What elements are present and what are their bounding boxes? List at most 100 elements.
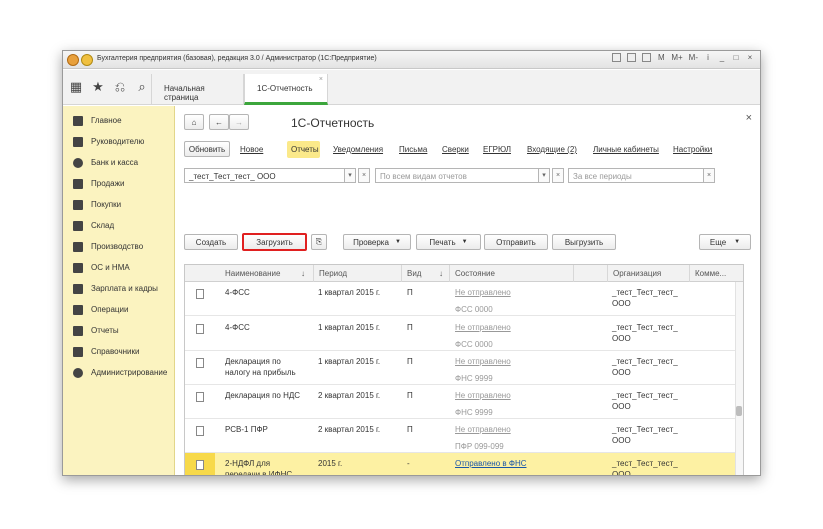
row-recipient: ФНС 9999 [455, 374, 493, 383]
menu-icon [73, 115, 83, 126]
document-icon [196, 460, 204, 470]
memory-minus-button[interactable]: M- [689, 53, 698, 62]
col-status[interactable]: Состояние [449, 265, 573, 282]
kind-clear-icon[interactable]: × [552, 168, 564, 183]
more-dropdown-icon: ▼ [734, 239, 741, 245]
attach-file-button[interactable]: ⎘ [311, 234, 327, 250]
row-org-2: ООО [612, 299, 631, 308]
sidebar-item-1[interactable]: Руководителю [63, 131, 174, 152]
table-row[interactable]: РСВ-1 ПФР 2 квартал 2015 г. П Не отправлено… [185, 419, 735, 453]
title-bar: Бухгалтерия предприятия (базовая), редак… [63, 51, 760, 69]
row-status[interactable]: Не отправлено [455, 391, 511, 401]
coin-icon [73, 157, 83, 168]
star-icon[interactable] [642, 53, 652, 62]
back-button[interactable]: ← [209, 114, 229, 130]
nav-reconciliations[interactable]: Сверки [442, 145, 469, 154]
period-field[interactable]: За все периоды [568, 168, 715, 183]
more-button[interactable]: Еще ▼ [699, 234, 751, 250]
send-button[interactable]: Отправить [484, 234, 548, 250]
sidebar-item-label: Продажи [91, 179, 125, 188]
info-button[interactable]: i [704, 53, 712, 62]
check-button[interactable]: Проверка ▼ [343, 234, 411, 250]
table-row[interactable]: 4-ФСС 1 квартал 2015 г. П Не отправлено ФСС … [185, 317, 735, 351]
row-status[interactable]: Не отправлено [455, 357, 511, 367]
tab-home-label: Начальная страница [164, 84, 205, 102]
tab-1c-reporting[interactable]: 1С-Отчетность × [244, 74, 328, 105]
history-icon[interactable] [627, 53, 637, 62]
sidebar-item-6[interactable]: Производство [63, 236, 174, 257]
refresh-button[interactable]: Обновить [184, 141, 230, 157]
org-clear-icon[interactable]: × [358, 168, 370, 183]
grid-icon[interactable] [612, 53, 622, 62]
minimize-button[interactable]: _ [718, 53, 726, 62]
row-status[interactable]: Не отправлено [455, 323, 511, 333]
sort-down-icon-2: ↓ [439, 269, 443, 278]
nav-cabinets[interactable]: Личные кабинеты [593, 145, 659, 154]
nav-notifications[interactable]: Уведомления [333, 145, 383, 154]
new-link[interactable]: Новое [240, 145, 263, 154]
create-button[interactable]: Создать [184, 234, 238, 250]
sidebar-item-11[interactable]: Справочники [63, 341, 174, 362]
row-org-2: ООО [612, 402, 631, 411]
col-name[interactable]: Наименование ↓ [185, 265, 313, 282]
organization-field[interactable]: _тест_Тест_тест_ ООО [184, 168, 356, 183]
table-row[interactable]: Декларация по НДС 2 квартал 2015 г. П Не от… [185, 385, 735, 419]
forward-button[interactable]: → [229, 114, 249, 130]
search-icon[interactable]: ⌕ [133, 78, 151, 96]
nav-incoming[interactable]: Входящие (2) [527, 145, 577, 154]
scrollbar-thumb[interactable] [736, 406, 742, 416]
sort-down-icon: ↓ [301, 269, 305, 278]
nav-settings[interactable]: Настройки [673, 145, 712, 154]
sidebar-item-3[interactable]: Продажи [63, 173, 174, 194]
apps-grid-icon[interactable]: ▦ [67, 78, 85, 96]
sidebar-item-7[interactable]: ОС и НМА [63, 257, 174, 278]
table-row[interactable]: 2-НДФЛ для передачи в ИФНС 2015 г. - Отправл… [185, 453, 735, 475]
sidebar-item-12[interactable]: Администрирование [63, 362, 174, 383]
row-name: 4-ФСС [225, 323, 250, 332]
col-kind[interactable]: Вид ↓ [401, 265, 449, 282]
tab-close-icon[interactable]: × [319, 76, 323, 83]
period-clear-icon[interactable]: × [703, 168, 715, 183]
nav-egrul[interactable]: ЕГРЮЛ [483, 145, 511, 154]
memory-button[interactable]: M [657, 53, 665, 62]
table-scrollbar[interactable] [735, 282, 743, 475]
row-status[interactable]: Отправлено в ФНС [455, 459, 527, 469]
table-row[interactable]: Декларация по налогу на прибыль 1 квартал … [185, 351, 735, 385]
kind-dropdown-icon[interactable]: ▾ [538, 168, 550, 183]
row-status[interactable]: Не отправлено [455, 425, 511, 435]
row-status[interactable]: Не отправлено [455, 288, 511, 298]
check-dropdown-icon: ▼ [394, 239, 401, 245]
table-row[interactable]: 4-ФСС 1 квартал 2015 г. П Не отправлено ФСС … [185, 282, 735, 316]
factory-icon [73, 241, 83, 252]
upload-button[interactable]: Загрузить [242, 233, 307, 251]
history-clock-icon[interactable]: ⎌ [111, 78, 129, 96]
sidebar-item-8[interactable]: Зарплата и кадры [63, 278, 174, 299]
sidebar-item-9[interactable]: Операции [63, 299, 174, 320]
memory-plus-button[interactable]: M+ [671, 53, 682, 62]
close-form-icon[interactable]: × [746, 112, 752, 124]
org-dropdown-icon[interactable]: ▾ [344, 168, 356, 183]
tab-home[interactable]: Начальная страница [151, 74, 244, 105]
col-org[interactable]: Организация [607, 265, 689, 282]
sidebar-item-label: Руководителю [91, 137, 145, 146]
col-comment[interactable]: Комме... [689, 265, 743, 282]
row-kind: П [407, 391, 413, 400]
close-window-button[interactable]: × [746, 53, 754, 62]
print-button[interactable]: Печать ▼ [416, 234, 481, 250]
sidebar-item-10[interactable]: Отчеты [63, 320, 174, 341]
nav-letters[interactable]: Письма [399, 145, 427, 154]
home-button[interactable]: ⌂ [184, 114, 204, 130]
nav-reports[interactable]: Отчеты [291, 145, 319, 154]
sidebar-item-2[interactable]: Банк и касса [63, 152, 174, 173]
download-button[interactable]: Выгрузить [552, 234, 616, 250]
sidebar-item-4[interactable]: Покупки [63, 194, 174, 215]
sidebar-item-0[interactable]: Главное [63, 110, 174, 131]
sidebar-item-5[interactable]: Склад [63, 215, 174, 236]
sidebar-item-label: Отчеты [91, 326, 119, 335]
maximize-button[interactable]: □ [732, 53, 740, 62]
report-kind-field[interactable]: По всем видам отчетов [375, 168, 550, 183]
app-logo-icon[interactable] [67, 54, 79, 66]
col-period[interactable]: Период [313, 265, 401, 282]
favorites-star-icon[interactable]: ★ [89, 78, 107, 96]
menu-circle-icon[interactable] [81, 54, 93, 66]
